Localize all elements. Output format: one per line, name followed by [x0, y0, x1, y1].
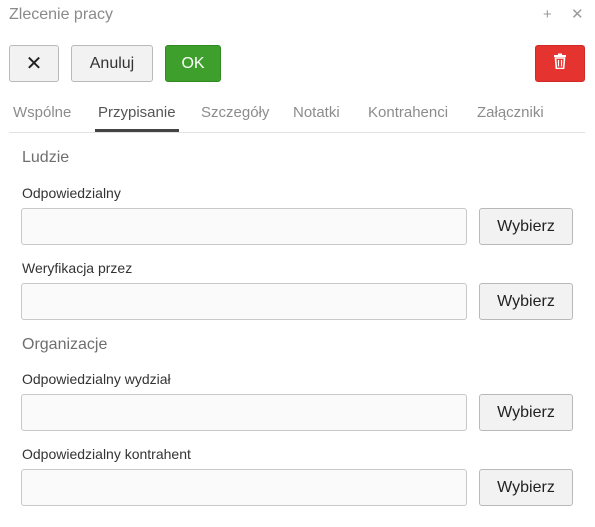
verification-select-button[interactable]: Wybierz [479, 283, 573, 320]
close-x-icon: ✕ [25, 53, 43, 75]
close-icon[interactable]: ✕ [571, 6, 584, 24]
cancel-button[interactable]: Anuluj [71, 45, 153, 82]
section-organizations-heading: Organizacje [22, 336, 108, 353]
verification-input[interactable] [21, 283, 467, 320]
responsible-input[interactable] [21, 208, 467, 245]
responsible-department-label: Odpowiedzialny wydział [22, 371, 171, 387]
trash-icon [553, 53, 567, 74]
tab-wspolne[interactable]: Wspólne [13, 104, 71, 121]
responsible-department-select-button[interactable]: Wybierz [479, 394, 573, 431]
active-tab-indicator [95, 129, 179, 132]
tab-kontrahenci[interactable]: Kontrahenci [368, 104, 448, 121]
tab-zalaczniki[interactable]: Załączniki [477, 104, 544, 121]
responsible-contractor-label: Odpowiedzialny kontrahent [22, 446, 191, 462]
tab-szczegoly[interactable]: Szczegóły [201, 104, 269, 121]
delete-button[interactable] [535, 45, 585, 82]
responsible-label: Odpowiedzialny [22, 185, 121, 201]
responsible-select-button[interactable]: Wybierz [479, 208, 573, 245]
dialog-title: Zlecenie pracy [9, 6, 114, 23]
responsible-department-input[interactable] [21, 394, 467, 431]
close-button[interactable]: ✕ [9, 45, 59, 82]
section-people-heading: Ludzie [22, 149, 70, 166]
responsible-contractor-select-button[interactable]: Wybierz [479, 469, 573, 506]
responsible-contractor-input[interactable] [21, 469, 467, 506]
dialog-title-bar: Zlecenie pracy + ✕ [0, 0, 595, 34]
tab-bar: Wspólne Przypisanie Szczegóły Notatki Ko… [9, 96, 585, 133]
add-icon[interactable]: + [543, 6, 552, 24]
verification-label: Weryfikacja przez [22, 260, 133, 276]
tab-przypisanie[interactable]: Przypisanie [98, 104, 176, 121]
tab-notatki[interactable]: Notatki [293, 104, 340, 121]
ok-button[interactable]: OK [165, 45, 221, 82]
